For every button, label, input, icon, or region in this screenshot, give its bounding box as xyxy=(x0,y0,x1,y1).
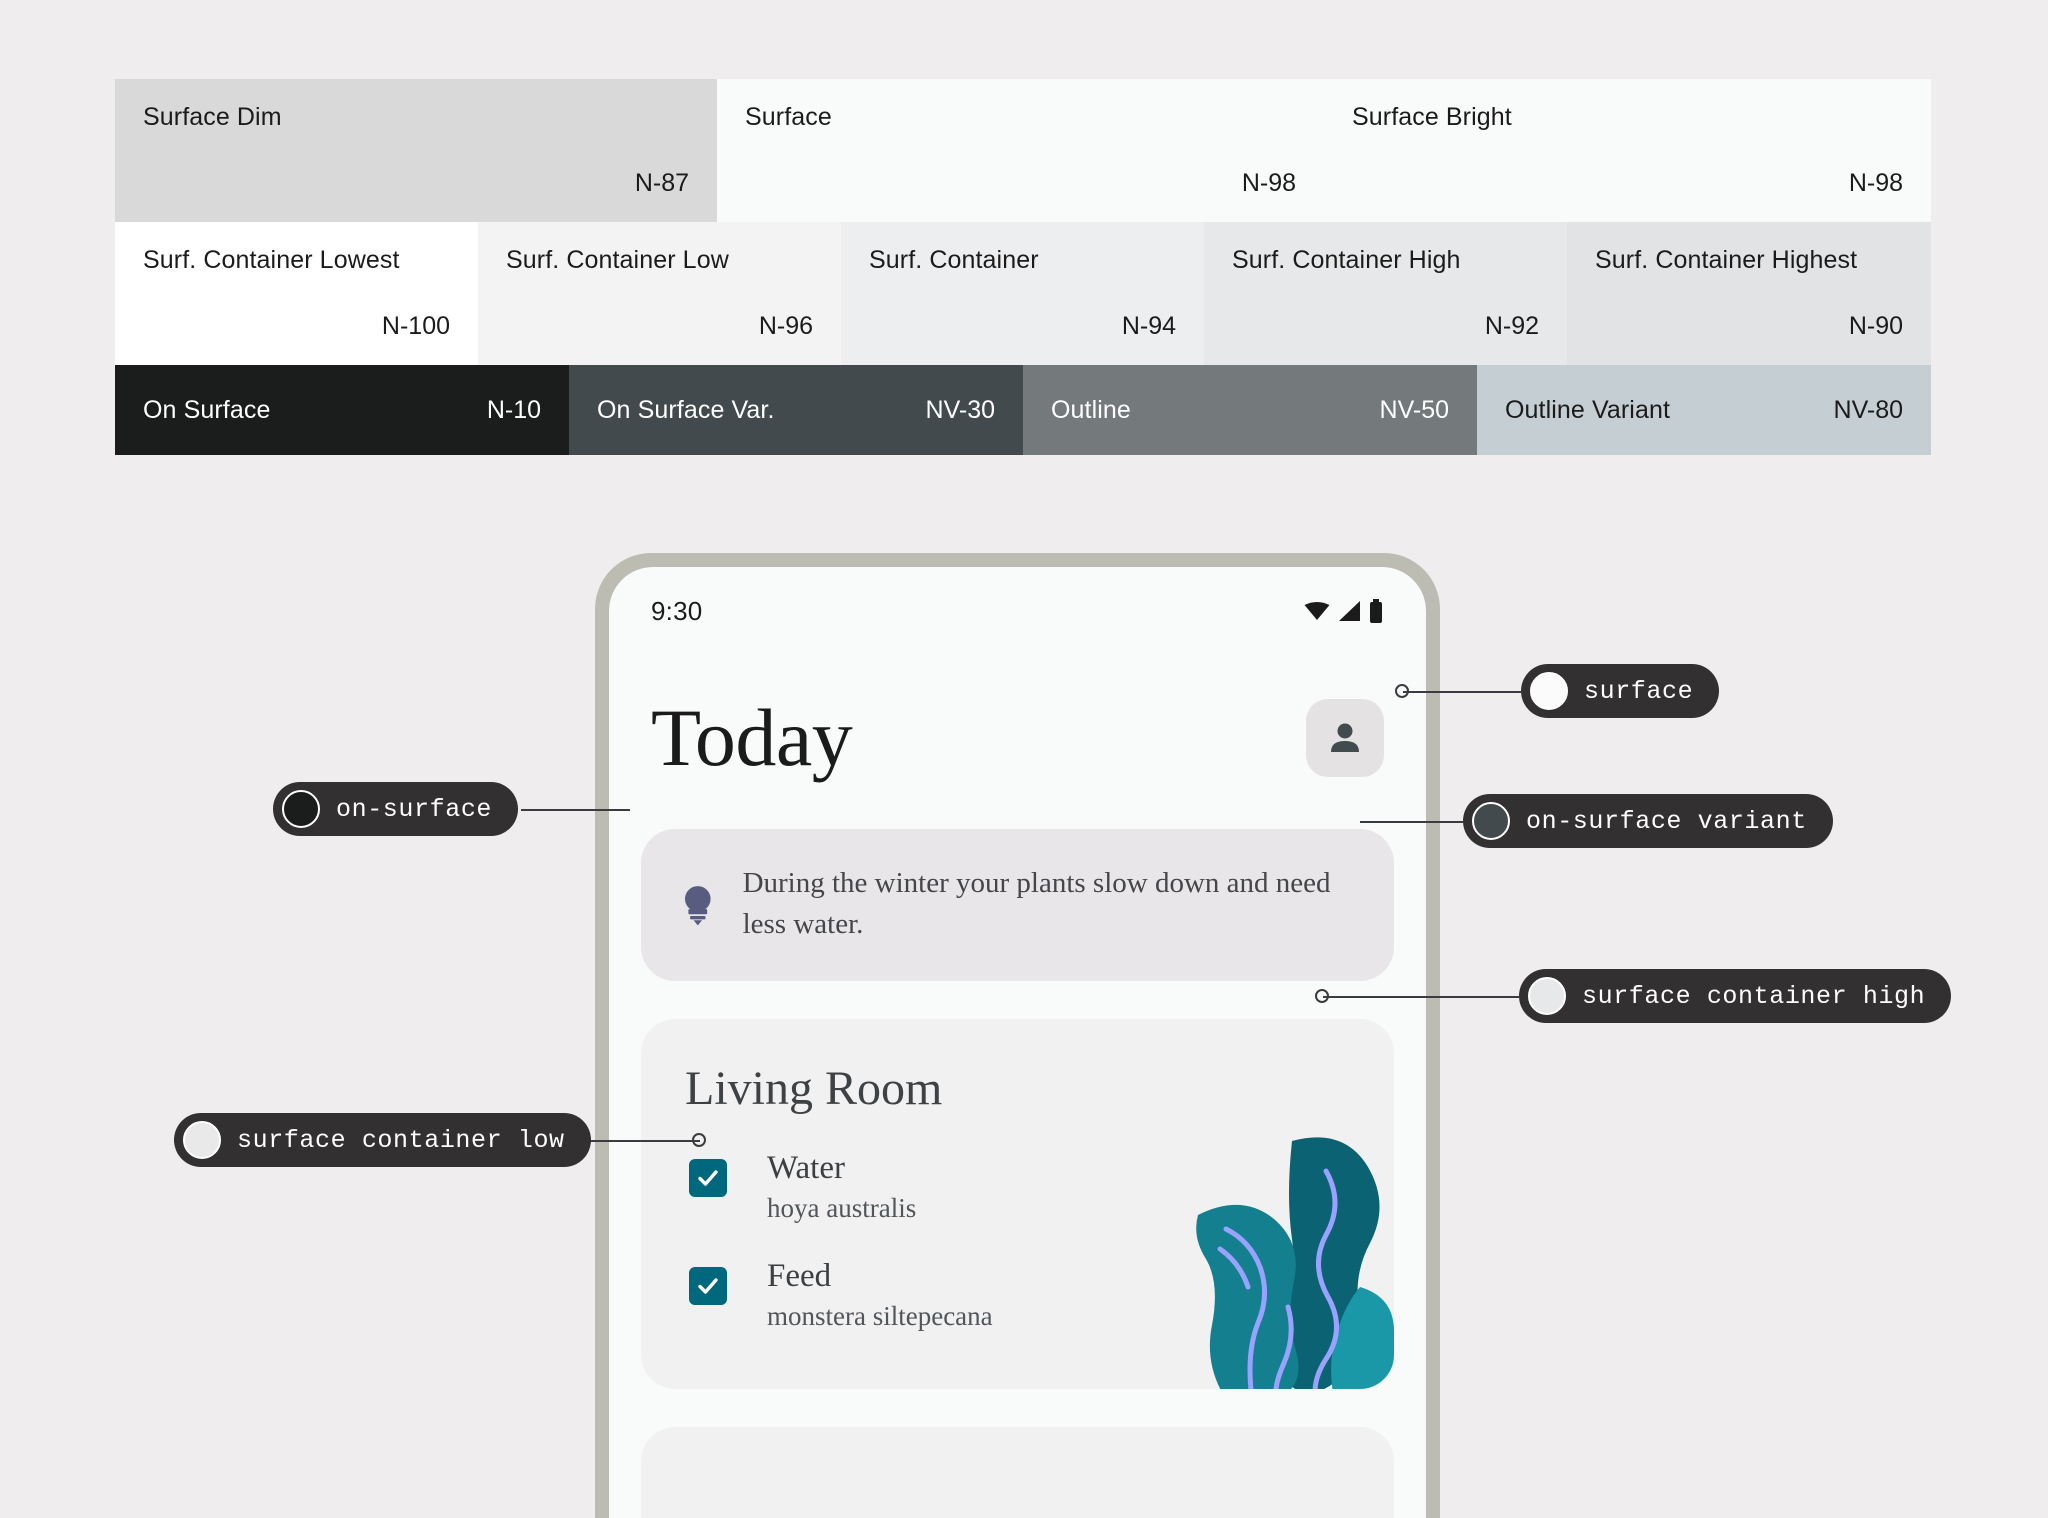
callout-color-dot xyxy=(282,790,320,828)
callout-chip-label: surface container high xyxy=(1582,981,1926,1011)
swatch-token: NV-80 xyxy=(1833,395,1903,424)
swatch-token: N-100 xyxy=(381,312,450,340)
callout-leader-line xyxy=(1403,691,1521,693)
color-swatch[interactable]: On Surface N-10 xyxy=(115,365,569,455)
callout-chip-surface-container-high[interactable]: surface container high xyxy=(1519,969,1952,1023)
phone-screen: 9:30 Today During the winter your plants… xyxy=(609,567,1426,1518)
callout-color-dot xyxy=(183,1121,221,1159)
swatch-token: N-96 xyxy=(758,312,813,340)
status-bar-icons xyxy=(1304,599,1384,623)
callout-anchor-dot xyxy=(1315,989,1329,1003)
swatch-label: Surface Dim xyxy=(143,103,282,131)
swatch-label: Outline Variant xyxy=(1505,395,1671,424)
status-bar: 9:30 xyxy=(609,567,1426,637)
task-item[interactable]: Water hoya australis xyxy=(689,1150,1394,1224)
callout-chip-surface-container-low[interactable]: surface container low xyxy=(174,1113,591,1167)
task-name: Feed xyxy=(767,1258,832,1295)
color-swatch[interactable]: On Surface Var. NV-30 xyxy=(569,365,1023,455)
check-icon xyxy=(698,1170,718,1187)
swatch-token: N-87 xyxy=(634,169,689,197)
color-swatch[interactable]: Surface N-98 xyxy=(717,79,1324,222)
callout-chip-label: surface xyxy=(1584,676,1694,706)
swatch-token: N-10 xyxy=(486,395,541,424)
color-swatch[interactable]: Surf. Container N-94 xyxy=(841,222,1204,365)
swatch-row: Surf. Container Lowest N-100 Surf. Contain… xyxy=(115,222,1931,365)
swatch-token: N-92 xyxy=(1484,312,1539,340)
callout-color-dot xyxy=(1528,977,1566,1015)
color-swatch-table: Surface Dim N-87 Surface N-98 Surface Bright… xyxy=(115,79,1931,455)
task-plant-name: hoya australis xyxy=(767,1193,917,1224)
color-swatch[interactable]: Outline NV-50 xyxy=(1023,365,1477,455)
tip-card[interactable]: During the winter your plants slow down … xyxy=(641,829,1394,982)
swatch-token: N-98 xyxy=(1241,169,1296,197)
swatch-label: On Surface xyxy=(143,395,271,424)
task-text: Water hoya australis xyxy=(767,1150,916,1224)
color-swatch[interactable]: Surf. Container Low N-96 xyxy=(478,222,841,365)
task-name: Water xyxy=(767,1150,845,1187)
avatar[interactable] xyxy=(1306,699,1384,777)
swatch-token: NV-30 xyxy=(925,395,995,424)
color-swatch[interactable]: Surf. Container High N-92 xyxy=(1204,222,1567,365)
color-swatch[interactable]: Outline Variant NV-80 xyxy=(1477,365,1931,455)
person-icon xyxy=(1331,723,1359,752)
signal-icon xyxy=(1339,601,1360,621)
swatch-label: Surf. Container Low xyxy=(506,246,729,274)
check-icon xyxy=(698,1278,718,1295)
screenshot-root: Surface Dim N-87 Surface N-98 Surface Bright… xyxy=(0,0,2048,1518)
color-swatch[interactable]: Surface Dim N-87 xyxy=(115,79,717,222)
task-plant-name: monstera siltepecana xyxy=(767,1301,993,1332)
room-card-secondary[interactable] xyxy=(641,1427,1394,1518)
task-text: Feed monstera siltepecana xyxy=(767,1258,993,1332)
swatch-label: Outline xyxy=(1051,395,1131,424)
phone-frame: 9:30 Today During the winter your plants… xyxy=(595,553,1440,1518)
swatch-label: Surf. Container High xyxy=(1232,246,1461,274)
swatch-token: NV-50 xyxy=(1379,395,1449,424)
callout-chip-on-surface-variant[interactable]: on-surface variant xyxy=(1463,794,1833,848)
app-bar: Today xyxy=(609,637,1426,784)
tip-card-text: During the winter your plants slow down … xyxy=(742,867,1331,941)
room-card[interactable]: Living Room Water hoya australis Feed monst… xyxy=(641,1019,1394,1390)
callout-chip-label: surface container low xyxy=(237,1125,565,1155)
task-checkbox[interactable] xyxy=(689,1159,727,1198)
task-checkbox[interactable] xyxy=(689,1267,727,1306)
callout-color-dot xyxy=(1530,672,1568,710)
swatch-label: Surf. Container Lowest xyxy=(143,246,400,274)
swatch-label: Surf. Container xyxy=(869,246,1039,274)
room-card-title: Living Room xyxy=(685,1062,943,1116)
callout-leader-line xyxy=(1323,996,1519,998)
swatch-label: Surface xyxy=(745,103,832,131)
page-title: Today xyxy=(651,692,853,784)
callout-color-dot xyxy=(1472,802,1510,840)
swatch-row: Surface Dim N-87 Surface N-98 Surface Bright… xyxy=(115,79,1931,222)
callout-chip-label: on-surface variant xyxy=(1526,806,1807,836)
color-swatch[interactable]: Surf. Container Lowest N-100 xyxy=(115,222,478,365)
lightbulb-icon xyxy=(684,886,711,926)
swatch-token: N-90 xyxy=(1848,312,1903,340)
swatch-label: Surf. Container Highest xyxy=(1595,246,1858,274)
callout-chip-surface[interactable]: surface xyxy=(1521,664,1720,718)
swatch-token: N-98 xyxy=(1848,169,1903,197)
callout-leader-line xyxy=(521,809,630,811)
swatch-row: On Surface N-10 On Surface Var. NV-30 Outlin… xyxy=(115,365,1931,455)
callout-anchor-dot xyxy=(1395,684,1409,698)
swatch-label: On Surface Var. xyxy=(597,395,775,424)
status-bar-time: 9:30 xyxy=(651,595,703,626)
task-list: Water hoya australis Feed monstera siltepec… xyxy=(641,1116,1394,1332)
swatch-label: Surface Bright xyxy=(1352,103,1512,131)
color-swatch[interactable]: Surf. Container Highest N-90 xyxy=(1567,222,1931,365)
battery-icon xyxy=(1370,599,1382,623)
color-swatch[interactable]: Surface Bright N-98 xyxy=(1324,79,1931,222)
wifi-icon xyxy=(1304,602,1330,620)
callout-chip-label: on-surface xyxy=(336,794,493,824)
task-item[interactable]: Feed monstera siltepecana xyxy=(689,1258,1394,1332)
callout-leader-line xyxy=(1360,821,1463,823)
swatch-token: N-94 xyxy=(1121,312,1176,340)
callout-chip-on-surface[interactable]: on-surface xyxy=(273,782,519,836)
